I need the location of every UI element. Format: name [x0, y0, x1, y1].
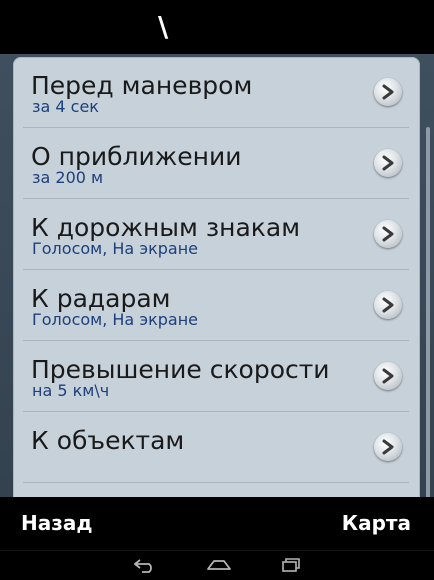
- list-item-title: К объектам: [31, 426, 185, 455]
- list-item-title: О приближении: [31, 142, 242, 171]
- list-item-radars[interactable]: К радарам Голосом, На экране: [23, 270, 409, 341]
- chevron-right-icon[interactable]: [374, 220, 402, 248]
- back-icon[interactable]: [132, 557, 158, 577]
- settings-list-panel: Перед маневром за 4 сек О приближении за…: [13, 57, 430, 497]
- list-item-objects[interactable]: К объектам: [23, 412, 409, 483]
- chevron-right-icon[interactable]: [374, 362, 402, 390]
- chevron-right-icon[interactable]: [374, 291, 402, 319]
- list-scrollbar[interactable]: [426, 127, 430, 497]
- list-item-subtitle: на 5 км\ч: [32, 381, 110, 400]
- list-item-title: Перед маневром: [31, 71, 253, 100]
- system-nav-bar: [0, 550, 434, 580]
- list-item-subtitle: за 4 сек: [32, 97, 99, 116]
- chevron-right-icon[interactable]: [374, 433, 402, 461]
- home-icon[interactable]: [205, 557, 233, 577]
- list-item-road-signs[interactable]: К дорожным знакам Голосом, На экране: [23, 199, 409, 270]
- recent-apps-icon[interactable]: [279, 557, 301, 577]
- list-item-title: К дорожным знакам: [31, 213, 301, 242]
- back-button[interactable]: Назад: [21, 511, 93, 535]
- settings-content: Перед маневром за 4 сек О приближении за…: [0, 54, 434, 497]
- status-header: \: [0, 0, 434, 54]
- chevron-right-icon[interactable]: [374, 78, 402, 106]
- list-item-title: Превышение скорости: [31, 355, 330, 384]
- list-item-approaching[interactable]: О приближении за 200 м: [23, 128, 409, 199]
- list-item-speeding[interactable]: Превышение скорости на 5 км\ч: [23, 341, 409, 412]
- list-item-subtitle: Голосом, На экране: [32, 239, 199, 258]
- list-item-subtitle: за 200 м: [32, 168, 104, 187]
- header-glyph: \: [158, 10, 169, 43]
- bottom-action-bar: Назад Карта: [0, 497, 434, 550]
- chevron-right-icon[interactable]: [374, 149, 402, 177]
- list-item-before-maneuver[interactable]: Перед маневром за 4 сек: [23, 57, 409, 128]
- list-item-subtitle: Голосом, На экране: [32, 310, 199, 329]
- map-button[interactable]: Карта: [342, 511, 411, 535]
- list-item-title: К радарам: [31, 284, 171, 313]
